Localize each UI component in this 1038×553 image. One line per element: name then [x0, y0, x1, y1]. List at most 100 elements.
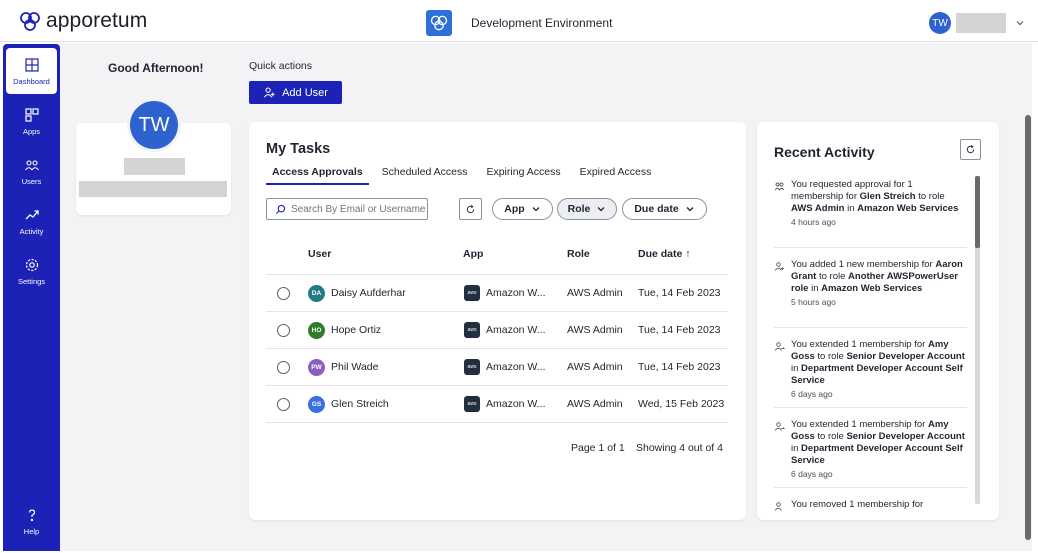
table-row[interactable]: HO Hope Ortiz aws Amazon W... AWS Admin …	[266, 312, 728, 349]
column-header-app[interactable]: App	[463, 248, 483, 260]
my-tasks-title: My Tasks	[266, 141, 331, 157]
activity-time: 6 days ago	[791, 389, 833, 399]
user-avatar: DA	[308, 285, 325, 302]
sidebar-item-label: Users	[21, 176, 42, 186]
search-input[interactable]	[291, 203, 426, 215]
app-name: Amazon W...	[486, 361, 546, 373]
add-user-label: Add User	[282, 86, 328, 99]
filter-label: Due date	[634, 203, 679, 215]
aws-icon: aws	[464, 285, 480, 301]
due-date: Tue, 14 Feb 2023	[638, 324, 721, 336]
column-header-due-date[interactable]: Due date ↑	[638, 248, 691, 260]
row-select-radio[interactable]	[277, 398, 290, 411]
tab-expired-access[interactable]: Expired Access	[574, 166, 658, 185]
row-select-radio[interactable]	[277, 361, 290, 374]
role-name: AWS Admin	[567, 398, 623, 410]
sidebar-item-label: Help	[23, 526, 40, 536]
user-menu[interactable]: TW	[929, 12, 1026, 34]
activity-divider	[774, 327, 967, 328]
sidebar-item-label: Settings	[17, 276, 46, 286]
environment-logo-icon	[426, 10, 452, 36]
sidebar-item-dashboard[interactable]: Dashboard	[6, 48, 57, 94]
filter-label: App	[504, 203, 525, 215]
sidebar-item-label: Dashboard	[13, 76, 50, 86]
aws-icon: aws	[464, 396, 480, 412]
users-icon	[774, 182, 785, 191]
help-icon	[28, 508, 35, 521]
user-avatar: GS	[308, 396, 325, 413]
activity-item: You extended 1 membership for Amy Goss t…	[774, 419, 967, 480]
activity-scrollbar-thumb[interactable]	[975, 176, 980, 248]
due-date: Tue, 14 Feb 2023	[638, 361, 721, 373]
tab-expiring-access[interactable]: Expiring Access	[480, 166, 566, 185]
column-header-user[interactable]: User	[308, 248, 331, 260]
sidebar-item-label: Activity	[19, 226, 44, 236]
user-name-redacted	[956, 13, 1006, 33]
user-remove-icon	[774, 502, 782, 511]
role-name: AWS Admin	[567, 324, 623, 336]
user-avatar: HO	[308, 322, 325, 339]
refresh-icon	[466, 204, 475, 213]
row-select-radio[interactable]	[277, 287, 290, 300]
app-name: Amazon W...	[486, 324, 546, 336]
app-name: Amazon W...	[486, 398, 546, 410]
aws-icon: aws	[464, 322, 480, 338]
user-avatar: PW	[308, 359, 325, 376]
aws-icon: aws	[464, 359, 480, 375]
activity-divider	[774, 407, 967, 408]
tab-access-approvals[interactable]: Access Approvals	[266, 166, 369, 185]
sidebar-item-activity[interactable]: Activity	[6, 198, 57, 244]
brand-logo[interactable]: apporetum	[18, 9, 147, 33]
greeting-text: Good Afternoon!	[108, 61, 204, 75]
tasks-refresh-button[interactable]	[459, 198, 482, 220]
task-tabs: Access Approvals Scheduled Access Expiri…	[266, 166, 664, 185]
add-user-button[interactable]: Add User	[249, 81, 342, 104]
sidebar-item-help[interactable]: Help	[6, 498, 57, 544]
sidebar-item-settings[interactable]: Settings	[6, 248, 57, 294]
user-name: Glen Streich	[331, 398, 389, 410]
pagination-label: Page 1 of 1	[571, 442, 625, 454]
user-extend-icon	[774, 342, 785, 351]
page-scrollbar[interactable]	[1025, 115, 1031, 540]
activity-item: You extended 1 membership for Amy Goss t…	[774, 339, 967, 400]
role-name: AWS Admin	[567, 287, 623, 299]
brand-name: apporetum	[46, 9, 148, 32]
top-bar: apporetum Development Environment TW	[0, 0, 1038, 42]
chevron-down-icon[interactable]	[1014, 17, 1026, 29]
app-filter-dropdown[interactable]: App	[492, 198, 553, 220]
row-select-radio[interactable]	[277, 324, 290, 337]
table-row[interactable]: PW Phil Wade aws Amazon W... AWS Admin T…	[266, 349, 728, 386]
showing-count: Showing 4 out of 4	[636, 442, 723, 454]
apps-icon	[24, 107, 39, 122]
filter-label: Role	[567, 203, 591, 215]
refresh-icon	[966, 145, 975, 154]
search-box[interactable]	[266, 198, 428, 220]
profile-name-redacted	[124, 158, 185, 175]
user-name: Daisy Aufderhar	[331, 287, 406, 299]
table-row[interactable]: DA Daisy Aufderhar aws Amazon W... AWS A…	[266, 275, 728, 312]
activity-time: 6 days ago	[791, 469, 833, 479]
due-date: Tue, 14 Feb 2023	[638, 287, 721, 299]
table-row[interactable]: GS Glen Streich aws Amazon W... AWS Admi…	[266, 386, 728, 423]
activity-divider	[774, 247, 967, 248]
sidebar-item-apps[interactable]: Apps	[6, 98, 57, 144]
sidebar-item-users[interactable]: Users	[6, 148, 57, 194]
tab-scheduled-access[interactable]: Scheduled Access	[376, 166, 474, 185]
role-name: AWS Admin	[567, 361, 623, 373]
due-date-filter-dropdown[interactable]: Due date	[622, 198, 707, 220]
activity-time: 4 hours ago	[791, 217, 836, 227]
activity-item: You requested approval for 1 membership …	[774, 179, 967, 228]
activity-time: 5 hours ago	[791, 297, 836, 307]
activity-divider	[774, 487, 967, 488]
column-header-role[interactable]: Role	[567, 248, 590, 260]
activity-item: You removed 1 membership for	[774, 499, 967, 511]
activity-refresh-button[interactable]	[960, 139, 981, 160]
recent-activity-card: Recent Activity You requested approval f…	[757, 122, 999, 520]
settings-icon	[25, 258, 38, 271]
quick-actions-label: Quick actions	[249, 60, 313, 72]
apporetum-logo-icon	[20, 12, 40, 31]
users-icon	[24, 159, 39, 170]
role-filter-dropdown[interactable]: Role	[557, 198, 617, 220]
profile-avatar: TW	[127, 98, 181, 152]
user-avatar[interactable]: TW	[929, 12, 951, 34]
